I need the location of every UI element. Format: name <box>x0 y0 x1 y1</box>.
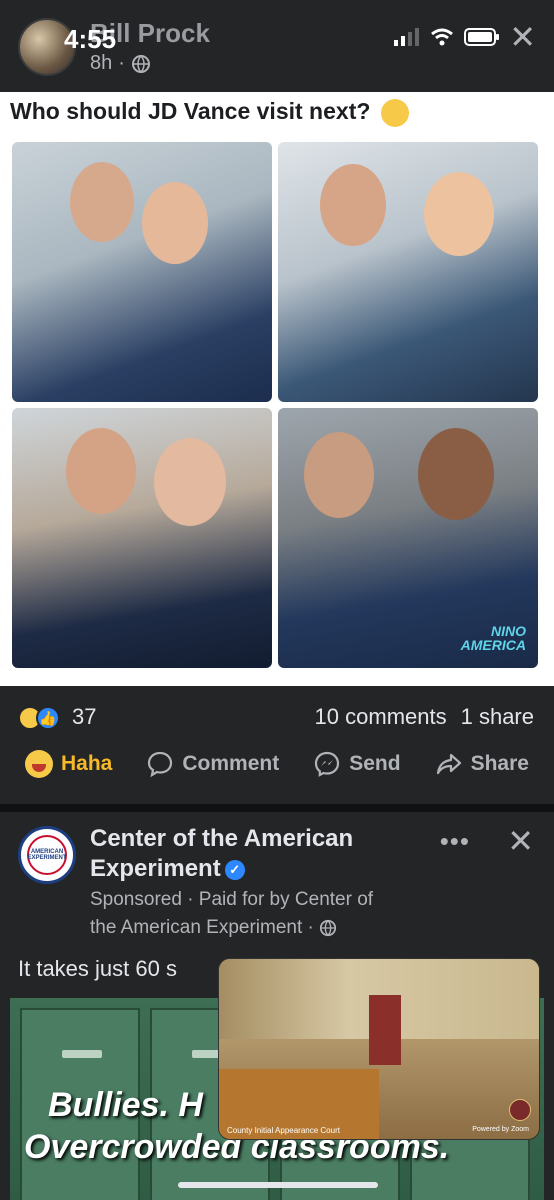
sponsor-meta-line1: Sponsored · Paid for by Center of <box>90 886 450 914</box>
sponsor-name-line2: Experiment <box>90 855 221 882</box>
pip-caption: County Initial Appearance Court <box>227 1126 340 1135</box>
watermark-line1: NINO <box>491 623 526 639</box>
comments-count[interactable]: 10 comments <box>315 704 447 730</box>
status-time: 4:55 <box>64 24 117 54</box>
post-stats: 10 comments 1 share <box>315 704 534 730</box>
sponsor-meta-line2: the American Experiment · <box>90 914 450 942</box>
caption-text: Who should JD Vance visit next? <box>10 98 371 124</box>
face <box>320 164 386 246</box>
verified-badge-icon: ✓ <box>224 859 245 880</box>
signal-icon <box>394 28 419 46</box>
face <box>70 162 134 242</box>
haha-button[interactable]: Haha <box>25 750 112 778</box>
face <box>66 428 136 514</box>
post-image[interactable]: NINO AMERICA <box>0 134 554 686</box>
messenger-icon <box>315 751 340 777</box>
paid-for-label-cont[interactable]: the American Experiment <box>90 917 302 938</box>
post-meta: 8h · <box>90 52 151 75</box>
close-icon[interactable]: ✕ <box>509 18 536 56</box>
photo-bottom-right[interactable]: NINO AMERICA <box>278 408 538 668</box>
pip-powered: Powered by Zoom <box>472 1126 529 1133</box>
paid-for-label[interactable]: Paid for by Center of <box>199 889 373 910</box>
post-caption: Who should JD Vance visit next? <box>10 98 409 127</box>
like-reaction-icon: 👍 <box>36 706 60 730</box>
comment-icon <box>148 751 173 778</box>
haha-icon <box>25 750 53 778</box>
status-icons <box>394 28 500 46</box>
send-label: Send <box>349 752 401 775</box>
sponsor-meta: Sponsored · Paid for by Center of the Am… <box>90 886 450 942</box>
photo-top-right[interactable] <box>278 142 538 402</box>
face <box>418 428 494 520</box>
ad-headline-1: Bullies. H <box>48 1086 203 1124</box>
battery-icon <box>464 28 499 46</box>
meta-dot: · <box>307 917 320 938</box>
post-header: Bill Prock 4:55 8h · ✕ <box>0 0 554 92</box>
locker-slot <box>62 1050 102 1058</box>
face <box>154 438 226 526</box>
post-age: 8h <box>90 52 113 74</box>
sponsor-name-line1: Center of the American <box>90 825 354 852</box>
shares-count[interactable]: 1 share <box>461 704 534 730</box>
watermark-line2: AMERICA <box>460 637 526 653</box>
more-options-icon[interactable]: ••• <box>440 826 470 857</box>
share-icon <box>436 753 461 775</box>
court-seal-icon <box>509 1099 531 1121</box>
reaction-count[interactable]: 37 <box>72 704 96 730</box>
sponsor-logo[interactable]: AMERICAN EXPERIMENT <box>18 826 76 884</box>
photo-bottom-left[interactable] <box>12 408 272 668</box>
wifi-icon <box>431 28 453 46</box>
share-button[interactable]: Share <box>435 750 529 778</box>
meta-dot: · <box>118 52 125 74</box>
reaction-icons[interactable]: 👍 <box>18 706 60 730</box>
globe-icon <box>131 54 150 73</box>
thinking-face-icon <box>380 98 409 127</box>
sponsor-name-line2-wrap: Experiment ✓ <box>90 854 430 884</box>
meta-dot: · <box>187 889 199 910</box>
close-icon[interactable]: ✕ <box>507 822 534 860</box>
post-caption-area: Who should JD Vance visit next? <box>0 92 554 134</box>
feed-divider <box>0 804 554 812</box>
face <box>304 432 374 518</box>
photo-top-left[interactable] <box>12 142 272 402</box>
post-actions: Haha Comment Send Share <box>0 750 554 778</box>
courtroom-door <box>369 995 401 1065</box>
comment-label: Comment <box>182 752 280 775</box>
globe-icon <box>320 919 337 937</box>
sponsored-text: It takes just 60 s <box>18 956 177 981</box>
home-indicator[interactable] <box>178 1182 378 1188</box>
haha-label: Haha <box>61 752 113 775</box>
sponsored-label: Sponsored <box>90 889 182 910</box>
logo-text: AMERICAN EXPERIMENT <box>27 849 67 861</box>
face <box>142 182 208 264</box>
comment-button[interactable]: Comment <box>146 750 279 778</box>
pip-video[interactable]: County Initial Appearance Court Powered … <box>218 958 540 1140</box>
reactions-bar: 👍 37 10 comments 1 share Haha Comment Se… <box>0 686 554 804</box>
send-button[interactable]: Send <box>313 750 401 778</box>
share-label: Share <box>470 752 529 775</box>
sponsor-name[interactable]: Center of the American Experiment ✓ <box>90 824 430 884</box>
image-watermark: NINO AMERICA <box>461 624 526 652</box>
face <box>424 172 494 256</box>
